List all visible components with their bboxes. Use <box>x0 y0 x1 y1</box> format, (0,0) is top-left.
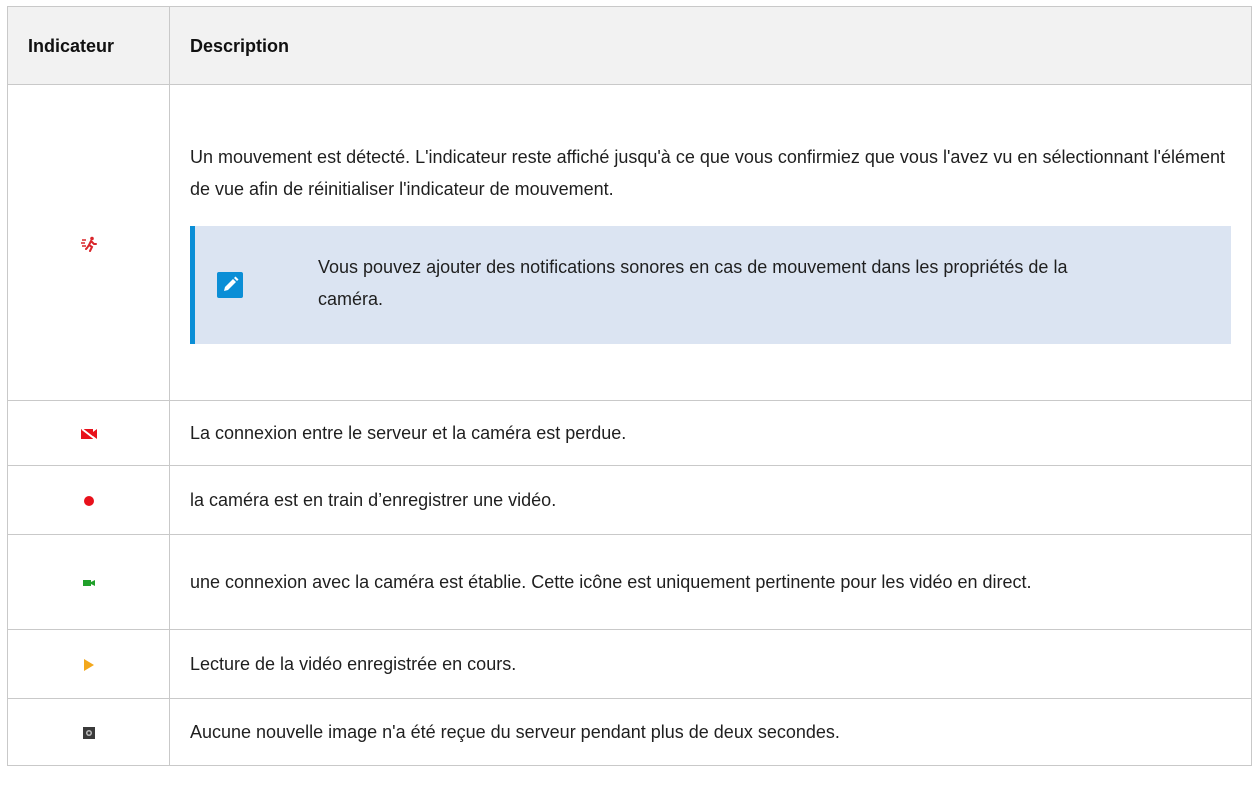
table-row: La connexion entre le serveur et la camé… <box>7 400 1252 466</box>
description-cell: La connexion entre le serveur et la camé… <box>169 400 1252 466</box>
header-indicator: Indicateur <box>7 6 170 85</box>
description-cell: une connexion avec la caméra est établie… <box>169 534 1252 630</box>
description-cell: Aucune nouvelle image n'a été reçue du s… <box>169 698 1252 766</box>
indicator-cell <box>7 629 170 699</box>
pencil-note-icon <box>217 272 243 298</box>
indicator-cell <box>7 400 170 466</box>
note-text: Vous pouvez ajouter des notifications so… <box>318 257 1068 309</box>
description-text: Un mouvement est détecté. L'indicateur r… <box>190 147 1225 199</box>
motion-running-person-icon <box>80 236 97 252</box>
table-row: Lecture de la vidéo enregistrée en cours… <box>7 629 1252 699</box>
description-cell: Lecture de la vidéo enregistrée en cours… <box>169 629 1252 699</box>
indicator-cell <box>7 84 170 401</box>
indicator-cell <box>7 534 170 630</box>
live-camera-icon <box>82 580 95 587</box>
description-text: Aucune nouvelle image n'a été reçue du s… <box>190 722 840 742</box>
indicator-table: Indicateur Description Un mouvement est … <box>7 6 1252 766</box>
header-description: Description <box>169 6 1252 85</box>
indicator-cell <box>7 698 170 766</box>
connection-lost-camera-icon <box>80 428 97 441</box>
table-row: Un mouvement est détecté. L'indicateur r… <box>7 84 1252 401</box>
indicator-cell <box>7 465 170 535</box>
table-header-row: Indicateur Description <box>7 6 1252 85</box>
playback-triangle-icon <box>83 659 94 672</box>
table-row: Aucune nouvelle image n'a été reçue du s… <box>7 698 1252 766</box>
description-text: la caméra est en train d’enregistrer une… <box>190 490 557 510</box>
description-text: une connexion avec la caméra est établie… <box>190 572 1032 592</box>
recording-dot-icon <box>83 496 94 507</box>
table-row: la caméra est en train d’enregistrer une… <box>7 465 1252 535</box>
description-cell: Un mouvement est détecté. L'indicateur r… <box>169 84 1252 401</box>
description-text: La connexion entre le serveur et la camé… <box>190 423 627 443</box>
no-image-icon <box>82 727 95 740</box>
table-row: une connexion avec la caméra est établie… <box>7 534 1252 630</box>
description-text: Lecture de la vidéo enregistrée en cours… <box>190 654 517 674</box>
description-cell: la caméra est en train d’enregistrer une… <box>169 465 1252 535</box>
note-box: Vous pouvez ajouter des notifications so… <box>190 226 1231 344</box>
